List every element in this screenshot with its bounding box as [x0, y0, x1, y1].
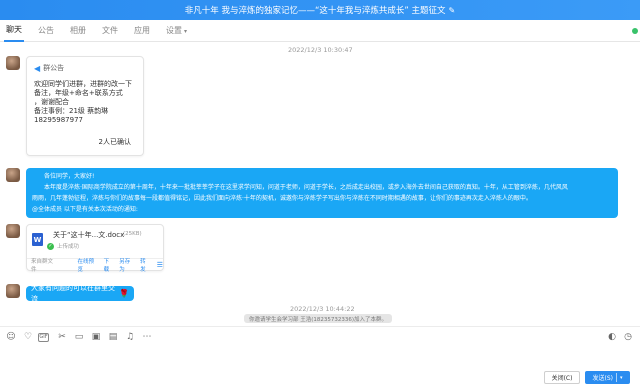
- avatar[interactable]: [6, 56, 20, 70]
- word-document-icon: W: [32, 233, 43, 246]
- emoji-icon[interactable]: ☺: [4, 331, 18, 343]
- notice-line: 18295987977: [34, 116, 83, 124]
- avatar[interactable]: [6, 224, 20, 238]
- download-link[interactable]: 下载: [104, 257, 115, 273]
- sticker-icon[interactable]: ♡: [21, 331, 35, 343]
- file-action-bar: 来自群文件 在线预览 下载 另存为 转发 ☰: [27, 257, 163, 273]
- tab-settings-label: 设置: [166, 26, 182, 35]
- notice-header: ◀ 群公告: [34, 63, 136, 73]
- forward-link[interactable]: 转发: [140, 257, 151, 273]
- more-menu-icon[interactable]: ☰: [157, 261, 163, 269]
- save-as-link[interactable]: 另存为: [119, 257, 135, 273]
- file-size: (25KB): [123, 231, 142, 237]
- notice-header-label: 群公告: [43, 64, 65, 72]
- chevron-down-icon[interactable]: ▾: [620, 375, 623, 381]
- input-divider: [0, 326, 640, 327]
- message-timestamp: 2022/12/3 10:30:47: [288, 46, 353, 54]
- more-icon[interactable]: ⋯: [140, 331, 154, 343]
- notice-confirm-count[interactable]: 2人已确认: [99, 137, 131, 147]
- send-button-separator: [615, 373, 617, 382]
- window-title-bar: 非凡十年 我与淬炼的独家记忆——“这十年我与淬炼共成长” 主题征文 ✎: [0, 0, 640, 20]
- file-source: 来自群文件: [31, 259, 54, 273]
- input-toolbar: ☺ ♡ GIF ✂ ▭ ▣ ▤ ♫ ⋯: [4, 331, 157, 343]
- megaphone-icon: ◀: [34, 63, 41, 73]
- message-line: 雨雨，几年蓬勃征程，淬炼与你们的故事每一段都值得铭记，因此我们面向淬炼·十年的契…: [32, 195, 532, 202]
- system-message: 你邀请学生会学习部 王浩(18235732336)加入了本群。: [244, 314, 392, 323]
- tab-apps[interactable]: 应用: [132, 20, 152, 41]
- history-clock-icon[interactable]: ◷: [622, 331, 634, 343]
- message-line: 本年度是淬炼·国际商学院成立的第十周年，十年来一批批莘莘学子在这里求学问知，问道…: [44, 184, 568, 191]
- send-button[interactable]: 发送(S) ▾: [585, 371, 630, 384]
- group-notice-card[interactable]: ◀ 群公告 欢迎同学们进群，进群的改一下 备注，年级+命名+联系方式 ，谢谢配合…: [26, 56, 144, 156]
- upload-status: ✓ 上传成功: [47, 242, 79, 250]
- scissors-icon[interactable]: ✂: [55, 331, 69, 343]
- message-timestamp: 2022/12/3 10:44:22: [290, 305, 355, 313]
- tab-files[interactable]: 文件: [100, 20, 120, 41]
- close-button[interactable]: 关闭(C): [544, 371, 580, 384]
- bell-icon[interactable]: ♫: [123, 331, 137, 343]
- edit-icon[interactable]: ✎: [449, 6, 456, 15]
- avatar[interactable]: [6, 168, 20, 182]
- tab-chat[interactable]: 聊天: [4, 19, 24, 42]
- tab-bar: 聊天 公告 相册 文件 应用 设置 ▾: [0, 20, 640, 42]
- notice-line: 备注，年级+命名+联系方式: [34, 89, 123, 97]
- preview-link[interactable]: 在线预览: [77, 257, 98, 273]
- notice-line: ，谢谢配合: [34, 98, 69, 106]
- avatar[interactable]: [6, 284, 20, 298]
- upload-status-label: 上传成功: [57, 244, 80, 250]
- tab-announcement[interactable]: 公告: [36, 20, 56, 41]
- file-card[interactable]: W 关于“这十年...文.docx (25KB) ✓ 上传成功 来自群文件 在线…: [26, 224, 164, 273]
- tab-album[interactable]: 相册: [68, 20, 88, 41]
- file-name: 关于“这十年...文.docx: [53, 231, 125, 239]
- notice-line: 备注事例：21级 蔡韵琳: [34, 107, 109, 115]
- check-icon: ✓: [47, 242, 54, 250]
- image-icon[interactable]: ▣: [89, 331, 103, 343]
- chat-bubble-short: 大家有问题的可以在群里交流 🌹: [26, 284, 134, 303]
- group-title: 非凡十年 我与淬炼的独家记忆——“这十年我与淬炼共成长” 主题征文: [184, 6, 446, 16]
- message-text: 大家有问题的可以在群里交流: [31, 283, 115, 303]
- send-button-label: 发送(S): [592, 375, 613, 382]
- red-envelope-icon[interactable]: ▤: [106, 331, 120, 343]
- online-status-indicator: [632, 28, 638, 34]
- chevron-down-icon: ▾: [184, 28, 188, 35]
- message-line: 各位同学，大家好!: [44, 173, 95, 180]
- tab-settings[interactable]: 设置 ▾: [164, 20, 189, 41]
- chat-bubble-announcement: 各位同学，大家好! 本年度是淬炼·国际商学院成立的第十周年，十年来一批批莘莘学子…: [26, 168, 618, 218]
- rose-emoji-icon: 🌹: [119, 289, 129, 298]
- notice-line: 欢迎同学们进群，进群的改一下: [34, 80, 132, 88]
- folder-icon[interactable]: ▭: [72, 331, 86, 343]
- microphone-icon[interactable]: ◐: [606, 331, 618, 343]
- gif-icon[interactable]: GIF: [38, 332, 49, 342]
- message-line: @全体成员 以下是有关本次活动的通知:: [32, 206, 138, 213]
